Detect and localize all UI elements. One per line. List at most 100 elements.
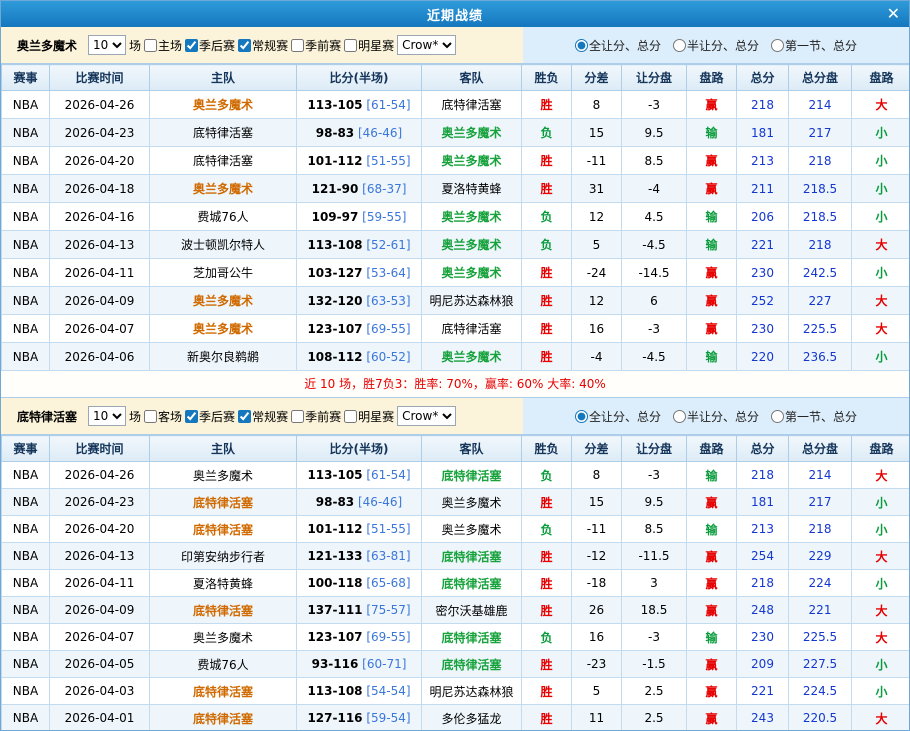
- cell-handicap-line: -1.5: [622, 651, 687, 678]
- full-time-score: 101-112: [307, 522, 362, 536]
- team-section-0: 奥兰多魔术10场主场季后赛常规赛季前赛明星赛Crow*全让分、总分半让分、总分第…: [1, 27, 909, 398]
- games-count-suffix: 场: [129, 408, 141, 425]
- filter-checkbox[interactable]: 季后赛: [185, 37, 235, 54]
- cell-point-diff: 15: [572, 489, 622, 516]
- period-radio[interactable]: 半让分、总分: [673, 37, 759, 54]
- cell-score: 100-118 [65-68]: [297, 570, 422, 597]
- full-time-score: 93-116: [312, 657, 359, 671]
- radio-input[interactable]: [771, 410, 784, 423]
- half-time-score: [60-71]: [358, 657, 406, 671]
- cell-score: 103-127 [53-64]: [297, 259, 422, 287]
- cell-point-diff: -23: [572, 651, 622, 678]
- cell-win-loss: 胜: [522, 147, 572, 175]
- games-count-select[interactable]: 10: [88, 35, 126, 55]
- radio-input[interactable]: [673, 39, 686, 52]
- cell-handicap-result: 输: [687, 119, 737, 147]
- cell-score: 113-105 [61-54]: [297, 91, 422, 119]
- half-time-score: [68-37]: [358, 182, 406, 196]
- filter-checkbox[interactable]: 客场: [144, 408, 182, 425]
- cell-win-loss: 胜: [522, 543, 572, 570]
- cell-point-diff: 16: [572, 315, 622, 343]
- checkbox-input[interactable]: [344, 410, 357, 423]
- away-team-name: 底特律活塞: [441, 550, 501, 564]
- checkbox-input[interactable]: [238, 39, 251, 52]
- games-count-select[interactable]: 10: [88, 406, 126, 426]
- cell-date: 2026-04-20: [50, 516, 150, 543]
- cell-handicap-line: -4.5: [622, 231, 687, 259]
- checkbox-input[interactable]: [185, 410, 198, 423]
- half-time-score: [60-52]: [363, 350, 411, 364]
- filter-checkbox[interactable]: 季后赛: [185, 408, 235, 425]
- home-team-name: 底特律活塞: [193, 685, 253, 699]
- checkbox-input[interactable]: [238, 410, 251, 423]
- checkbox-label: 季前赛: [305, 408, 341, 425]
- cell-home-team: 芝加哥公牛: [150, 259, 297, 287]
- popup-titlebar: 近期战绩 ✕: [1, 1, 909, 27]
- checkbox-label: 常规赛: [252, 408, 288, 425]
- cell-handicap-line: 8.5: [622, 147, 687, 175]
- filter-checkbox[interactable]: 季前赛: [291, 37, 341, 54]
- cell-handicap-line: -4: [622, 175, 687, 203]
- away-team-name: 奥兰多魔术: [441, 126, 501, 140]
- period-radio[interactable]: 半让分、总分: [673, 408, 759, 425]
- checkbox-input[interactable]: [291, 410, 304, 423]
- cell-total-line: 218.5: [789, 203, 852, 231]
- cell-date: 2026-04-06: [50, 343, 150, 371]
- cell-total-points: 181: [737, 119, 789, 147]
- filter-checkbox[interactable]: 明星赛: [344, 37, 394, 54]
- checkbox-input[interactable]: [291, 39, 304, 52]
- cell-league: NBA: [2, 203, 50, 231]
- half-time-score: [53-64]: [363, 266, 411, 280]
- radio-input[interactable]: [575, 39, 588, 52]
- close-icon[interactable]: ✕: [887, 1, 900, 27]
- half-time-score: [69-55]: [363, 322, 411, 336]
- filter-right: 全让分、总分半让分、总分第一节、总分: [523, 27, 909, 63]
- away-team-name: 底特律活塞: [441, 98, 501, 112]
- period-radio[interactable]: 第一节、总分: [771, 37, 857, 54]
- period-radio[interactable]: 第一节、总分: [771, 408, 857, 425]
- filter-checkbox[interactable]: 季前赛: [291, 408, 341, 425]
- cell-date: 2026-04-13: [50, 231, 150, 259]
- radio-input[interactable]: [771, 39, 784, 52]
- radio-input[interactable]: [575, 410, 588, 423]
- bookmaker-select[interactable]: Crow*: [397, 406, 456, 426]
- filter-checkbox[interactable]: 常规赛: [238, 408, 288, 425]
- game-row: NBA2026-04-07奥兰多魔术123-107 [69-55]底特律活塞胜1…: [2, 315, 910, 343]
- cell-total-line: 229: [789, 543, 852, 570]
- home-team-name: 底特律活塞: [193, 496, 253, 510]
- cell-score: 113-108 [52-61]: [297, 231, 422, 259]
- full-time-score: 100-118: [307, 576, 362, 590]
- checkbox-label: 常规赛: [252, 37, 288, 54]
- filter-checkbox[interactable]: 主场: [144, 37, 182, 54]
- checkbox-input[interactable]: [144, 410, 157, 423]
- period-radio[interactable]: 全让分、总分: [575, 408, 661, 425]
- column-header: 分差: [572, 436, 622, 462]
- cell-handicap-result: 赢: [687, 597, 737, 624]
- cell-score: 109-97 [59-55]: [297, 203, 422, 231]
- checkbox-input[interactable]: [185, 39, 198, 52]
- bookmaker-select[interactable]: Crow*: [397, 35, 456, 55]
- home-team-name: 底特律活塞: [193, 126, 253, 140]
- cell-date: 2026-04-05: [50, 651, 150, 678]
- cell-total-line: 217: [789, 119, 852, 147]
- home-team-name: 新奥尔良鹈鹕: [187, 350, 259, 364]
- filter-checkbox[interactable]: 明星赛: [344, 408, 394, 425]
- cell-total-line: 224: [789, 570, 852, 597]
- full-time-score: 113-105: [307, 98, 362, 112]
- checkbox-input[interactable]: [344, 39, 357, 52]
- period-radio[interactable]: 全让分、总分: [575, 37, 661, 54]
- sections-root: 奥兰多魔术10场主场季后赛常规赛季前赛明星赛Crow*全让分、总分半让分、总分第…: [1, 27, 909, 731]
- cell-away-team: 奥兰多魔术: [422, 489, 522, 516]
- filter-checkbox[interactable]: 常规赛: [238, 37, 288, 54]
- cell-total-line: 224.5: [789, 678, 852, 705]
- cell-home-team: 底特律活塞: [150, 705, 297, 731]
- cell-total-line: 225.5: [789, 315, 852, 343]
- cell-score: 98-83 [46-46]: [297, 119, 422, 147]
- cell-win-loss: 负: [522, 119, 572, 147]
- radio-input[interactable]: [673, 410, 686, 423]
- cell-point-diff: 26: [572, 597, 622, 624]
- cell-win-loss: 胜: [522, 175, 572, 203]
- cell-over-under: 小: [852, 651, 910, 678]
- checkbox-input[interactable]: [144, 39, 157, 52]
- half-time-score: [59-54]: [363, 711, 411, 725]
